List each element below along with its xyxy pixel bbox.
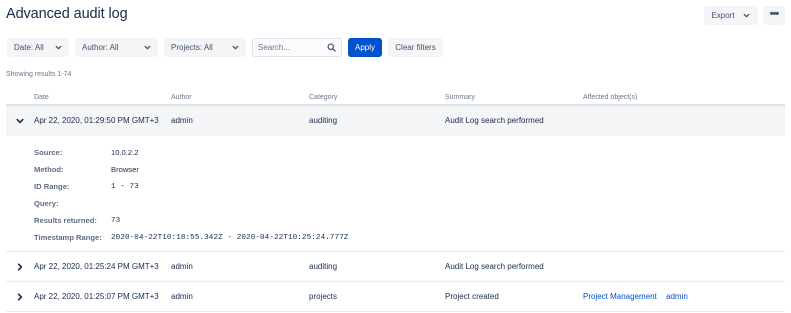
column-header-category[interactable]: Category bbox=[309, 94, 337, 101]
column-header-affected-objects[interactable]: Affected object(s) bbox=[583, 94, 637, 101]
row-author: admin bbox=[171, 262, 193, 271]
clear-filters-button[interactable]: Clear filters bbox=[388, 38, 443, 57]
detail-label: Results returned: bbox=[34, 216, 97, 225]
chevron-down-icon bbox=[144, 45, 151, 50]
chevron-right-icon[interactable] bbox=[15, 262, 25, 272]
header-actions: Export ••• bbox=[704, 6, 785, 25]
affected-object-link-user[interactable]: admin bbox=[666, 292, 688, 301]
column-header-author[interactable]: Author bbox=[171, 94, 192, 101]
detail-label: Query: bbox=[34, 199, 59, 208]
date-filter-dropdown[interactable]: Date: All bbox=[7, 38, 69, 57]
search-icon[interactable] bbox=[327, 43, 336, 52]
row-summary: Audit Log search performed bbox=[445, 116, 544, 125]
chevron-down-icon bbox=[232, 45, 239, 50]
affected-object-link-project[interactable]: Project Management bbox=[583, 292, 657, 301]
row-date: Apr 22, 2020, 01:29:50 PM GMT+3 bbox=[34, 116, 159, 125]
detail-value: 1 - 73 bbox=[111, 182, 139, 191]
row-date: Apr 22, 2020, 01:25:24 PM GMT+3 bbox=[34, 262, 159, 271]
projects-filter-dropdown[interactable]: Projects: All bbox=[164, 38, 246, 57]
apply-button[interactable]: Apply bbox=[348, 38, 382, 57]
detail-label: Source: bbox=[34, 148, 63, 157]
filter-bar: Date: All Author: All Projects: All Appl… bbox=[7, 38, 443, 57]
search-input[interactable] bbox=[258, 43, 326, 52]
projects-filter-label: Projects: All bbox=[171, 43, 213, 52]
detail-results-returned: Results returned: 73 bbox=[34, 216, 120, 225]
search-field bbox=[252, 38, 342, 57]
export-label: Export bbox=[711, 11, 735, 20]
page-title: Advanced audit log bbox=[6, 6, 128, 22]
date-filter-label: Date: All bbox=[14, 43, 44, 52]
export-button[interactable]: Export bbox=[704, 6, 758, 25]
table-row[interactable]: Apr 22, 2020, 01:25:07 PM GMT+3 admin pr… bbox=[6, 282, 785, 312]
author-filter-dropdown[interactable]: Author: All bbox=[75, 38, 158, 57]
detail-method: Method: Browser bbox=[34, 165, 139, 174]
chevron-down-icon bbox=[55, 45, 62, 50]
chevron-right-icon[interactable] bbox=[15, 292, 25, 302]
detail-id-range: ID Range: 1 - 73 bbox=[34, 182, 139, 191]
detail-query: Query: bbox=[34, 199, 111, 208]
more-icon: ••• bbox=[769, 8, 780, 20]
column-header-date[interactable]: Date bbox=[34, 94, 49, 101]
detail-value: Browser bbox=[111, 165, 139, 174]
detail-timestamp-range: Timestamp Range: 2020-04-22T10:18:55.342… bbox=[34, 233, 349, 242]
table-row[interactable]: Apr 22, 2020, 01:29:50 PM GMT+3 admin au… bbox=[6, 106, 785, 136]
column-header-summary[interactable]: Summary bbox=[445, 94, 475, 101]
audit-log-table: Date Author Category Summary Affected ob… bbox=[6, 90, 785, 312]
detail-value: 10.0.2.2 bbox=[111, 148, 139, 157]
author-filter-label: Author: All bbox=[82, 43, 119, 52]
row-date: Apr 22, 2020, 01:25:07 PM GMT+3 bbox=[34, 292, 159, 301]
detail-label: Method: bbox=[34, 165, 64, 174]
row-summary: Project created bbox=[445, 292, 499, 301]
chevron-down-icon bbox=[743, 13, 749, 18]
more-actions-button[interactable]: ••• bbox=[763, 6, 785, 25]
detail-value: 73 bbox=[111, 216, 121, 225]
chevron-down-icon[interactable] bbox=[15, 116, 25, 126]
detail-label: Timestamp Range: bbox=[34, 233, 102, 242]
row-category: auditing bbox=[309, 262, 338, 271]
row-details-panel: Source: 10.0.2.2 Method: Browser ID Rang… bbox=[6, 136, 785, 252]
detail-value: 2020-04-22T10:18:55.342Z - 2020-04-22T10… bbox=[111, 233, 349, 242]
detail-source: Source: 10.0.2.2 bbox=[34, 148, 138, 157]
detail-label: ID Range: bbox=[34, 182, 70, 191]
table-header: Date Author Category Summary Affected ob… bbox=[6, 90, 785, 106]
row-author: admin bbox=[171, 116, 193, 125]
results-count: Showing results 1-74 bbox=[6, 71, 72, 78]
row-category: auditing bbox=[309, 116, 338, 125]
row-author: admin bbox=[171, 292, 193, 301]
row-summary: Audit Log search performed bbox=[445, 262, 544, 271]
row-category: projects bbox=[309, 292, 338, 301]
table-row[interactable]: Apr 22, 2020, 01:25:24 PM GMT+3 admin au… bbox=[6, 252, 785, 282]
